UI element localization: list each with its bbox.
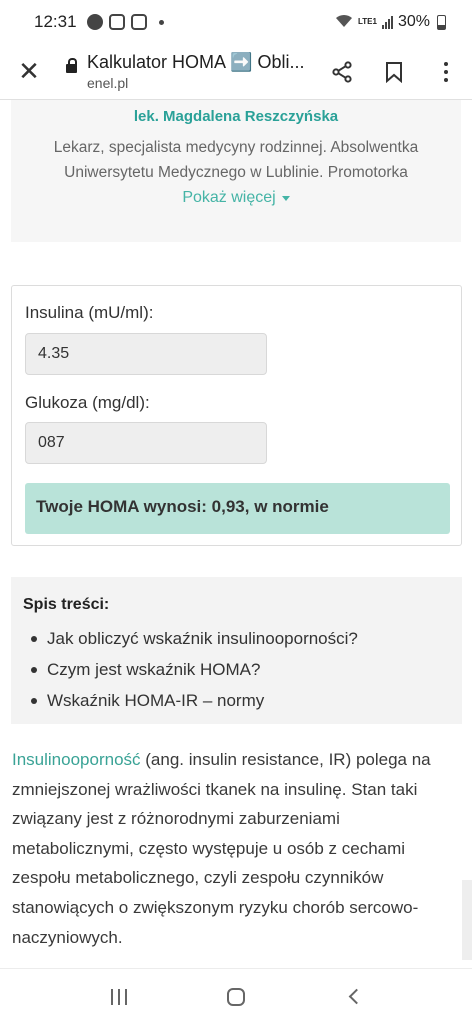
bookmark-icon[interactable]: [368, 44, 420, 100]
toc-item-label: Jak obliczyć wskaźnik insulinooporności?: [47, 628, 358, 648]
page-title: Kalkulator HOMA ➡️ Obli...: [87, 52, 305, 72]
home-icon: [226, 987, 245, 1006]
author-name[interactable]: lek. Magdalena Reszczyńska: [11, 108, 461, 125]
show-more-button[interactable]: Pokaż więcej: [182, 189, 290, 207]
toc-item-label: Czym jest wskaźnik HOMA?: [47, 659, 261, 679]
more-notifications-dot: [158, 19, 164, 25]
table-of-contents: Spis treści: Jak obliczyć wskaźnik insul…: [11, 577, 462, 724]
battery-icon: [437, 14, 446, 30]
instagram-icon-2: [130, 14, 147, 30]
status-left: 12:31: [34, 12, 164, 32]
bullet-icon: [31, 666, 37, 673]
recent-apps-icon: [110, 988, 127, 1005]
bullet-icon: [31, 697, 37, 704]
toc-item[interactable]: Jak obliczyć wskaźnik insulinooporności?: [23, 623, 450, 654]
lte-indicator: LTE1: [358, 17, 377, 26]
insulin-input[interactable]: 4.35: [25, 333, 267, 375]
recent-apps-button[interactable]: [99, 977, 139, 1017]
home-button[interactable]: [216, 977, 256, 1017]
signal-icon: [381, 15, 393, 29]
toc-item[interactable]: Wskaźnik HOMA-IR – normy: [23, 685, 450, 716]
toc-title: Spis treści:: [23, 596, 110, 613]
article-paragraph: Insulinooporność (ang. insulin resistanc…: [12, 745, 462, 952]
notification-app-icon: [86, 14, 103, 30]
insulin-resistance-link[interactable]: Insulinooporność: [12, 750, 141, 769]
wifi-icon: [335, 14, 353, 31]
share-icon[interactable]: [316, 44, 368, 100]
status-time: 12:31: [34, 12, 77, 31]
url-block[interactable]: Kalkulator HOMA ➡️ Obli... enel.pl: [58, 52, 316, 91]
article-body: (ang. insulin resistance, IR) polega na …: [12, 750, 431, 947]
scrollbar[interactable]: [462, 880, 472, 960]
page-domain: enel.pl: [87, 75, 129, 91]
glucose-input[interactable]: 087: [25, 422, 267, 464]
author-box: lek. Magdalena Reszczyńska Lekarz, specj…: [11, 100, 461, 242]
close-icon[interactable]: ✕: [0, 44, 58, 100]
bullet-icon: [31, 635, 37, 642]
system-nav-bar: [0, 968, 472, 1024]
status-right: LTE1 30%: [335, 13, 446, 31]
toc-item[interactable]: Czym jest wskaźnik HOMA?: [23, 654, 450, 685]
battery-percent: 30%: [397, 13, 430, 30]
author-description: Lekarz, specjalista medycyny rodzinnej. …: [53, 139, 419, 181]
status-bar: 12:31 LTE1 30%: [0, 0, 472, 44]
back-button[interactable]: [333, 977, 373, 1017]
glucose-label: Glukoza (mg/dl):: [25, 393, 150, 412]
caret-down-icon: [281, 195, 290, 201]
insulin-label: Insulina (mU/ml):: [25, 303, 154, 322]
show-more-label: Pokaż więcej: [182, 189, 276, 206]
toc-item-label: Wskaźnik HOMA-IR – normy: [47, 690, 265, 710]
back-icon: [348, 988, 365, 1005]
instagram-icon: [108, 14, 125, 30]
browser-toolbar: ✕ Kalkulator HOMA ➡️ Obli... enel.pl: [0, 44, 472, 100]
homa-calculator: Insulina (mU/ml): 4.35 Glukoza (mg/dl): …: [11, 285, 462, 546]
lock-icon: [66, 58, 77, 73]
homa-result: Twoje HOMA wynosi: 0,93, w normie: [25, 483, 450, 534]
url-text: Kalkulator HOMA ➡️ Obli... enel.pl: [87, 52, 307, 91]
more-vert-icon[interactable]: [420, 44, 472, 100]
